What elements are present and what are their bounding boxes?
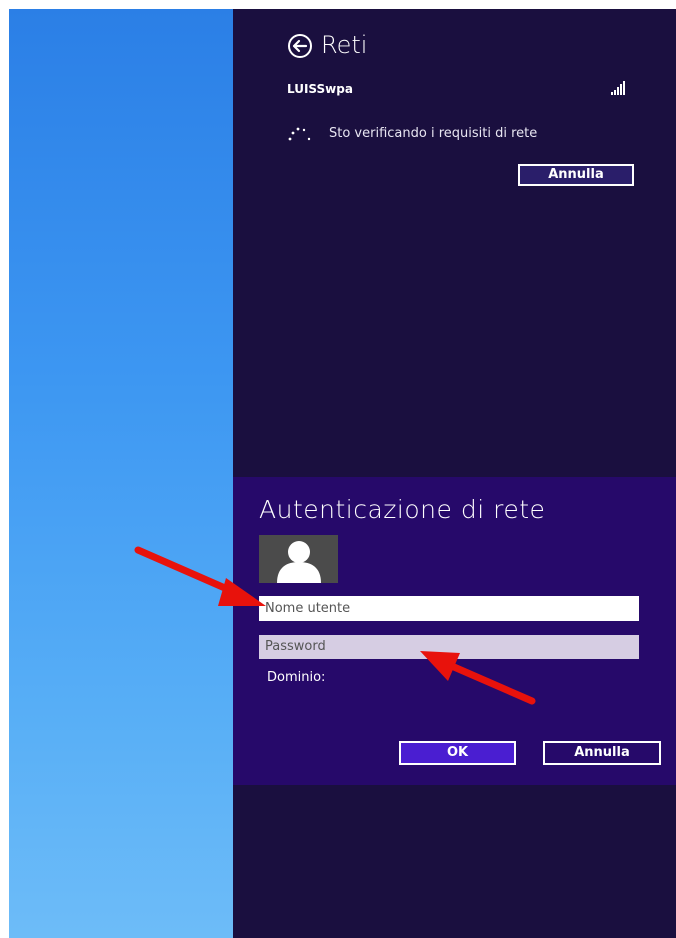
dialog-title: Autenticazione di rete — [259, 495, 546, 524]
cancel-connection-button[interactable]: Annulla — [518, 164, 634, 186]
pane-title: Reti — [321, 31, 368, 59]
user-silhouette-icon — [277, 541, 321, 583]
password-input[interactable]: Password — [259, 635, 639, 659]
back-arrow-icon[interactable] — [287, 33, 313, 59]
network-name[interactable]: LUISSwpa — [287, 82, 353, 96]
avatar — [259, 535, 338, 583]
networks-charm-pane: Reti LUISSwpa Sto verificando i requisit… — [233, 9, 676, 938]
network-authentication-dialog: Autenticazione di rete Nome utente Passw… — [233, 477, 676, 785]
connection-status-text: Sto verificando i requisiti di rete — [329, 126, 538, 141]
desktop-background — [9, 9, 233, 938]
cancel-button[interactable]: Annulla — [543, 741, 661, 765]
ok-button[interactable]: OK — [399, 741, 516, 765]
username-input[interactable]: Nome utente — [259, 596, 639, 621]
loading-spinner-icon — [288, 127, 311, 141]
wifi-signal-icon — [611, 81, 625, 95]
domain-label: Dominio: — [267, 670, 326, 685]
screenshot-frame: Reti LUISSwpa Sto verificando i requisit… — [9, 9, 676, 938]
